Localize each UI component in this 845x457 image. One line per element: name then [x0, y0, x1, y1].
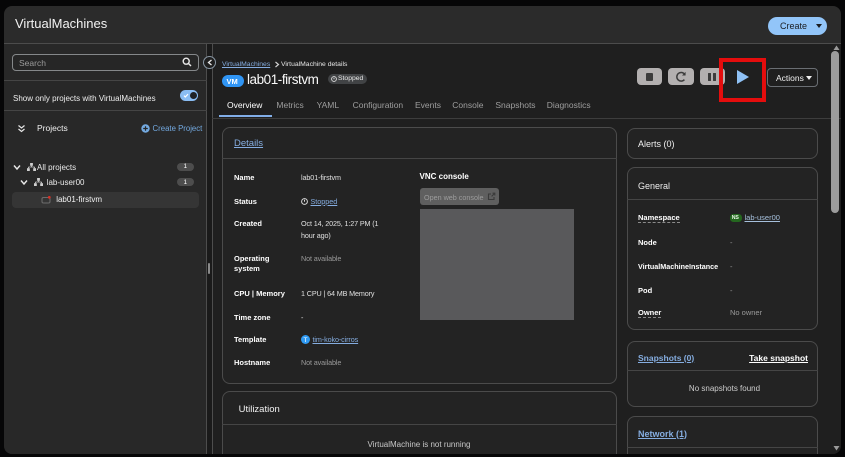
svg-text:T: T [304, 336, 308, 343]
